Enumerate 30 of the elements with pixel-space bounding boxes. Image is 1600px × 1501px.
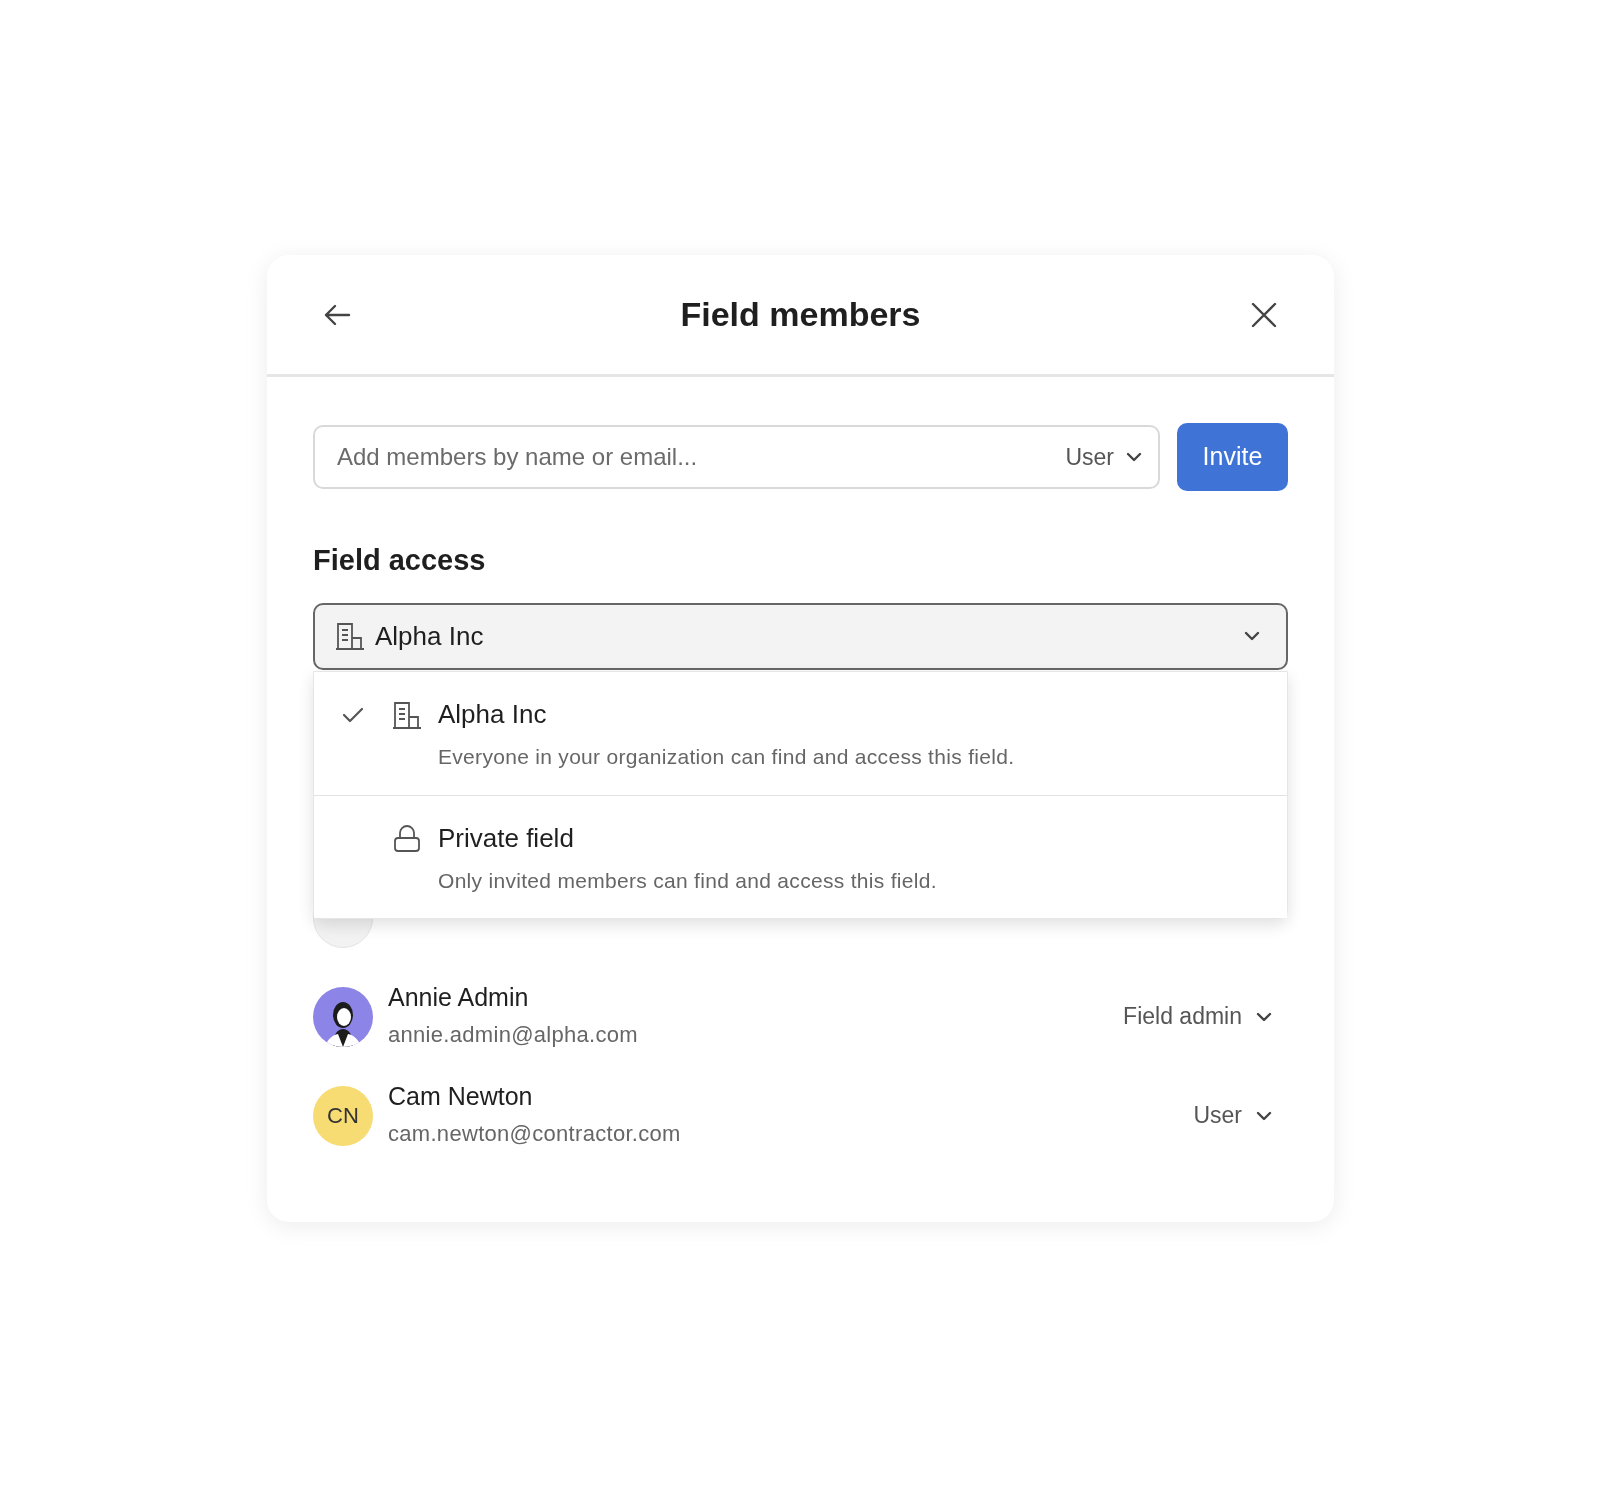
member-role-dropdown[interactable]: User	[1193, 1098, 1288, 1133]
member-name: Cam Newton	[388, 1081, 534, 1111]
option-title: Alpha Inc	[438, 698, 548, 729]
member-email: cam.newton@contractor.com	[388, 1120, 682, 1148]
checkmark-icon	[342, 706, 364, 723]
invite-button[interactable]: Invite	[1177, 423, 1288, 491]
member-name: Annie Admin	[388, 982, 530, 1012]
chevron-down-icon	[1126, 452, 1142, 462]
option-description: Only invited members can find and access this field.	[438, 867, 937, 894]
role-dropdown[interactable]: User	[1065, 439, 1142, 475]
dialog-title: Field members	[680, 294, 921, 335]
member-input-field[interactable]: Add members by name or email... User	[313, 425, 1160, 489]
member-input[interactable]: Add members by name or email...	[337, 439, 1066, 475]
member-role-dropdown[interactable]: Field admin	[1123, 999, 1288, 1034]
access-option[interactable]: Private field Only invited members can find and access this field.	[314, 794, 1287, 918]
building-icon	[335, 621, 365, 651]
back-arrow-icon	[323, 302, 351, 327]
building-icon	[392, 699, 422, 730]
section-heading: Field access	[313, 543, 487, 578]
initials-avatar: CN	[313, 1085, 373, 1146]
close-icon	[1251, 301, 1277, 328]
option-description: Everyone in your organization can find and access this field.	[438, 743, 1015, 770]
lock-icon	[392, 823, 422, 854]
access-option[interactable]: Alpha Inc Everyone in your organization can find and access this field.	[314, 671, 1287, 795]
access-select[interactable]: Alpha Inc	[313, 602, 1288, 670]
chevron-down-icon	[1244, 631, 1260, 641]
chevron-down-icon	[1256, 1011, 1272, 1022]
chevron-down-icon	[1256, 1110, 1272, 1121]
member-email: annie.admin@alpha.com	[388, 1021, 639, 1049]
option-title: Private field	[438, 822, 575, 853]
